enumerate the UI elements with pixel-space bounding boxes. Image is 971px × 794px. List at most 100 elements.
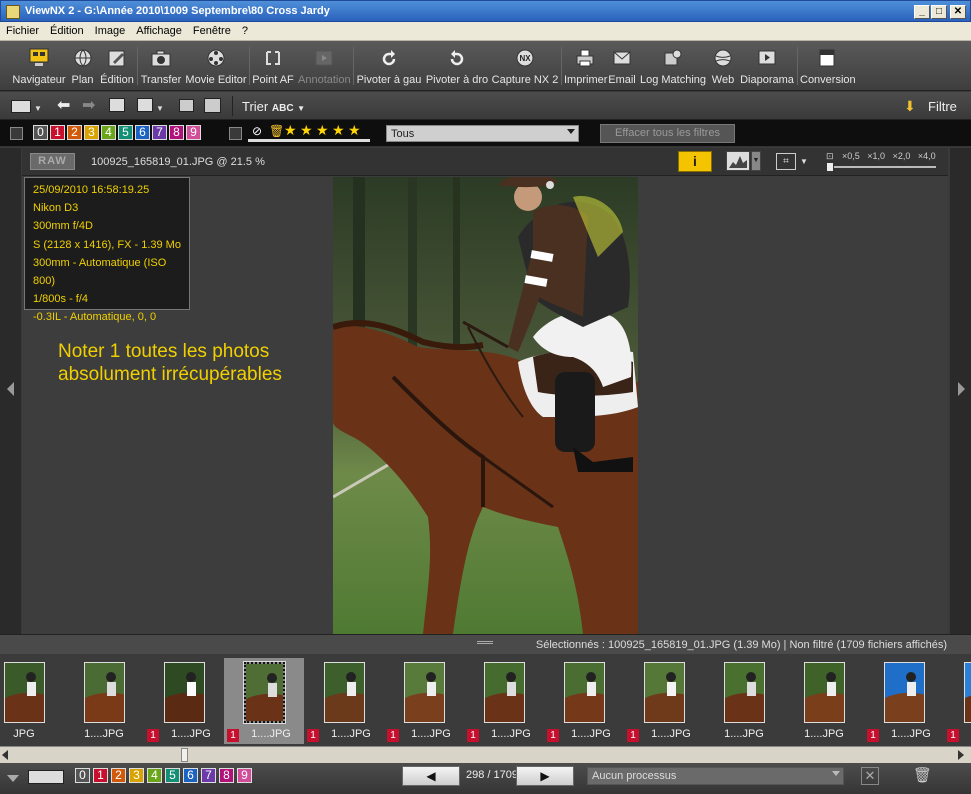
- label-filter-2[interactable]: 2: [67, 125, 82, 140]
- af-point-button[interactable]: Point AF: [252, 45, 294, 89]
- rating-filter-checkbox[interactable]: [229, 127, 242, 140]
- filmstrip-item[interactable]: 1 1....JPG: [224, 658, 304, 744]
- apply-label-2[interactable]: 2: [111, 768, 126, 783]
- chevron-down-icon[interactable]: ▼: [156, 104, 164, 113]
- filmstrip-item[interactable]: 1....JPG: [64, 658, 144, 744]
- menu-fichier[interactable]: Fichier: [0, 22, 44, 37]
- email-button[interactable]: Email: [607, 45, 637, 89]
- apply-label-5[interactable]: 5: [165, 768, 180, 783]
- capture-nx2-button[interactable]: NX Capture NX 2: [491, 45, 559, 89]
- minimize-button[interactable]: _: [914, 5, 930, 19]
- next-image-button[interactable]: ▶: [516, 766, 574, 786]
- filmstrip-item[interactable]: 1 1....JPG: [304, 658, 384, 744]
- trash-rating-icon[interactable]: 🗑: [269, 124, 284, 138]
- zoom-slider[interactable]: [826, 166, 936, 168]
- scrollbar-thumb[interactable]: [181, 748, 188, 762]
- apply-label-8[interactable]: 8: [219, 768, 234, 783]
- label-filter-7[interactable]: 7: [152, 125, 167, 140]
- slideshow-button[interactable]: Diaporama: [740, 45, 794, 89]
- filmstrip-item[interactable]: 11.: [944, 658, 971, 744]
- folder-up-icon[interactable]: [109, 98, 125, 112]
- scroll-left-icon[interactable]: [2, 750, 8, 760]
- filmstrip-view-icon[interactable]: [28, 770, 64, 784]
- print-button[interactable]: Imprimer: [564, 45, 607, 89]
- label-filter-8[interactable]: 8: [169, 125, 184, 140]
- rating-range-slider[interactable]: [248, 139, 370, 142]
- rotate-left-button[interactable]: Pivoter à gau: [356, 45, 422, 89]
- filmstrip-item[interactable]: 1 1....JPG: [544, 658, 624, 744]
- apply-label-7[interactable]: 7: [201, 768, 216, 783]
- filmstrip-scrollbar[interactable]: [0, 746, 971, 763]
- main-photo[interactable]: [333, 177, 638, 634]
- close-button[interactable]: ✕: [950, 5, 966, 19]
- label-filter-6[interactable]: 6: [135, 125, 150, 140]
- filmstrip-item[interactable]: 1....JPG: [704, 658, 784, 744]
- filter-toggle[interactable]: Filtre: [928, 99, 957, 114]
- thumbnail-label: 1....JPG: [84, 728, 124, 740]
- cancel-process-icon[interactable]: ✕: [861, 767, 879, 785]
- apply-label-3[interactable]: 3: [129, 768, 144, 783]
- menu-fenetre[interactable]: Fenêtre: [187, 22, 236, 37]
- raw-badge[interactable]: RAW: [30, 153, 75, 170]
- camera-settings-icon[interactable]: [204, 98, 221, 113]
- menu-help[interactable]: ?: [236, 22, 253, 37]
- apply-label-0[interactable]: 0: [75, 768, 90, 783]
- label-filter-5[interactable]: 5: [118, 125, 133, 140]
- label-filter-1[interactable]: 1: [50, 125, 65, 140]
- right-panel-toggle[interactable]: [950, 148, 971, 634]
- label-filter-checkbox[interactable]: [10, 127, 23, 140]
- log-matching-button[interactable]: Log Matching: [639, 45, 707, 89]
- menu-image[interactable]: Image: [89, 22, 131, 37]
- no-rating-icon[interactable]: ⊘: [252, 124, 262, 138]
- trash-icon[interactable]: 🗑: [913, 766, 932, 784]
- rating-dropdown[interactable]: Tous: [386, 125, 579, 142]
- forward-arrow-icon[interactable]: ➡: [82, 97, 95, 115]
- left-panel-toggle[interactable]: [0, 148, 21, 634]
- menu-edition[interactable]: Édition: [44, 22, 89, 37]
- filmstrip-item[interactable]: JPG: [0, 658, 64, 744]
- chevron-down-icon[interactable]: ▼: [34, 104, 42, 113]
- menu-affichage[interactable]: Affichage: [130, 22, 187, 37]
- filmstrip-item[interactable]: 1 1....JPG: [144, 658, 224, 744]
- plan-button[interactable]: Plan: [70, 45, 95, 89]
- maximize-button[interactable]: □: [931, 5, 947, 19]
- edit-button[interactable]: Édition: [99, 45, 135, 89]
- apply-label-6[interactable]: 6: [183, 768, 198, 783]
- label-filter-0[interactable]: 0: [33, 125, 48, 140]
- clear-filters-button[interactable]: Effacer tous les filtres: [600, 124, 735, 143]
- back-arrow-icon[interactable]: ⬅: [57, 97, 70, 115]
- web-button[interactable]: Web: [709, 45, 737, 89]
- process-dropdown[interactable]: Aucun processus: [587, 767, 844, 785]
- transfer-button[interactable]: Transfer: [140, 45, 182, 89]
- thumbnail-view-icon[interactable]: [179, 99, 194, 112]
- collapse-filmstrip-icon[interactable]: [7, 775, 19, 782]
- filmstrip-item[interactable]: 1....JPG: [784, 658, 864, 744]
- label-filter-9[interactable]: 9: [186, 125, 201, 140]
- info-toggle-button[interactable]: i: [678, 151, 712, 172]
- scroll-right-icon[interactable]: [958, 750, 964, 760]
- conversion-button[interactable]: Conversion: [800, 45, 856, 89]
- apply-label-1[interactable]: 1: [93, 768, 108, 783]
- filmstrip-item[interactable]: 1 1....JPG: [864, 658, 944, 744]
- chevron-down-icon[interactable]: ▼: [800, 157, 808, 166]
- movie-editor-button[interactable]: Movie Editor: [185, 45, 247, 89]
- histogram-icon[interactable]: [726, 151, 750, 171]
- rotate-right-button[interactable]: Pivoter à dro: [425, 45, 489, 89]
- resize-grip-icon[interactable]: [477, 641, 493, 644]
- chevron-down-icon[interactable]: ▼: [751, 151, 761, 171]
- label-filter-4[interactable]: 4: [101, 125, 116, 140]
- zoom-slider-thumb[interactable]: [826, 162, 834, 172]
- label-filter-3[interactable]: 3: [84, 125, 99, 140]
- filmstrip-item[interactable]: 1 1....JPG: [464, 658, 544, 744]
- fit-to-screen-icon[interactable]: ⌗: [776, 153, 796, 170]
- filmstrip-item[interactable]: 1 1....JPG: [624, 658, 704, 744]
- layout-mode-icon[interactable]: [11, 100, 31, 113]
- navigator-button[interactable]: Navigateur: [9, 45, 69, 89]
- apply-label-4[interactable]: 4: [147, 768, 162, 783]
- previous-image-button[interactable]: ◀: [402, 766, 460, 786]
- apply-label-9[interactable]: 9: [237, 768, 252, 783]
- sort-button[interactable]: Trier ABC ▼: [242, 99, 305, 114]
- folder-favorite-icon[interactable]: [137, 98, 153, 112]
- filmstrip-item[interactable]: 1 1....JPG: [384, 658, 464, 744]
- annotation-button[interactable]: Annotation: [298, 45, 351, 89]
